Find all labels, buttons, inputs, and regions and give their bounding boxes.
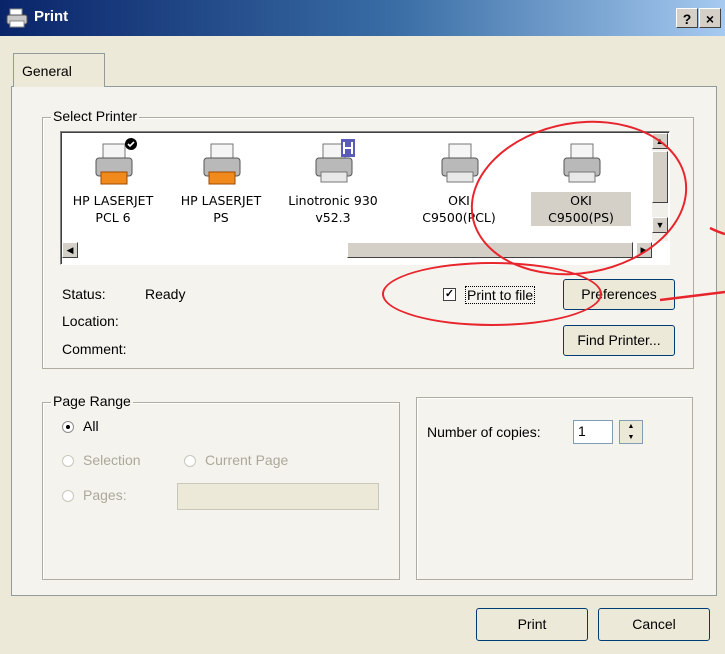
printer-name: HP LASERJET PCL 6 — [72, 193, 154, 225]
printer-name: Linotronic 930 v52.3 — [288, 193, 378, 225]
find-printer-button[interactable]: Find Printer... — [563, 325, 675, 356]
printer-item[interactable]: Linotronic 930 v52.3 — [283, 132, 383, 242]
close-button[interactable]: × — [699, 8, 721, 28]
radio-selection-label[interactable]: Selection — [83, 452, 141, 468]
spin-up-icon[interactable]: ▲ — [620, 421, 642, 432]
comment-label: Comment: — [62, 341, 127, 357]
copies-label: Number of copies: — [427, 424, 541, 440]
radio-selection[interactable] — [62, 455, 74, 467]
cancel-button[interactable]: Cancel — [598, 608, 710, 641]
copies-input[interactable]: 1 — [573, 420, 613, 444]
printer-item[interactable]: HP LASERJET PS — [171, 132, 271, 242]
help-button[interactable]: ? — [676, 8, 698, 28]
status-value: Ready — [145, 286, 186, 302]
radio-pages[interactable] — [62, 490, 74, 502]
printer-icon — [6, 8, 28, 28]
print-button[interactable]: Print — [476, 608, 588, 641]
tab-general-label: General — [22, 63, 72, 79]
radio-all[interactable] — [62, 421, 74, 433]
printer-icon — [315, 139, 355, 183]
print-dialog: Print ? × General Select Printer HP LASE… — [0, 0, 725, 654]
pages-input[interactable] — [177, 483, 379, 510]
tab-general[interactable]: General — [13, 53, 105, 87]
location-label: Location: — [62, 313, 119, 329]
select-printer-label: Select Printer — [51, 108, 140, 124]
scroll-left-icon[interactable]: ◀ — [62, 242, 78, 258]
title-bar: Print ? × — [0, 0, 725, 36]
copies-spinner[interactable]: ▲ ▼ — [619, 420, 643, 444]
radio-current-page-label[interactable]: Current Page — [205, 452, 288, 468]
spin-down-icon[interactable]: ▼ — [620, 432, 642, 443]
status-label: Status: — [62, 286, 106, 302]
printer-name: HP LASERJET PS — [180, 193, 262, 225]
printer-icon — [203, 143, 241, 185]
radio-pages-label[interactable]: Pages: — [83, 487, 127, 503]
radio-current-page[interactable] — [184, 455, 196, 467]
page-range-label: Page Range — [51, 393, 133, 409]
annotation-lines — [659, 226, 725, 302]
printer-icon — [95, 138, 137, 185]
radio-all-label[interactable]: All — [83, 418, 99, 434]
window-title: Print — [34, 8, 69, 25]
printer-item[interactable]: HP LASERJET PCL 6 — [63, 132, 163, 242]
